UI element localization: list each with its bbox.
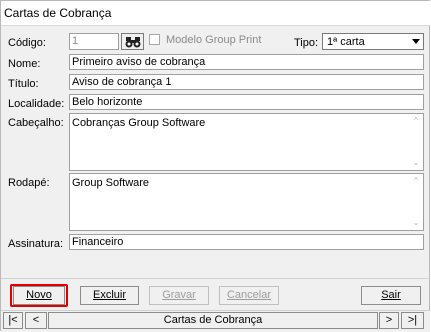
rodape-label: Rodapé: [8, 177, 50, 189]
gravar-button-label: Gravar [162, 289, 196, 301]
cancelar-button-label: Cancelar [226, 289, 272, 301]
localidade-label: Localidade: [8, 98, 65, 110]
rodape-text: Group Software [72, 177, 150, 189]
sair-button-label: Sair [381, 289, 401, 301]
modelo-group-print-checkbox[interactable] [149, 34, 160, 45]
scroll-down-icon[interactable]: ⌄ [411, 158, 421, 168]
titulo-label: Título: [8, 78, 39, 90]
assinatura-field[interactable]: Financeiro [69, 234, 424, 250]
rodape-scrollbar[interactable]: ^ ⌄ [409, 174, 423, 230]
titulo-field[interactable]: Aviso de cobrança 1 [69, 74, 424, 90]
scroll-down-icon[interactable]: ⌄ [411, 218, 421, 228]
tipo-select[interactable]: 1ª carta [322, 33, 424, 50]
codigo-field[interactable]: 1 [69, 33, 119, 50]
nome-label: Nome: [8, 58, 41, 70]
nav-prev-button[interactable]: < [25, 312, 47, 329]
modelo-group-print-label: Modelo Group Print [166, 34, 262, 46]
cabecalho-scrollbar[interactable]: ^ ⌄ [409, 114, 423, 170]
nav-next-button[interactable]: > [379, 312, 399, 329]
scroll-up-icon[interactable]: ^ [411, 116, 421, 126]
nav-caption: Cartas de Cobrança [48, 312, 378, 329]
gravar-button[interactable]: Gravar [149, 286, 209, 305]
cartas-cobranca-window: Cartas de Cobrança Código: 1 Modelo Grou… [0, 0, 430, 332]
codigo-label: Código: [8, 37, 46, 49]
rodape-textarea[interactable]: Group Software ^ ⌄ [69, 173, 424, 231]
nav-first-button[interactable]: |< [3, 312, 23, 329]
nav-last-button[interactable]: >| [401, 312, 424, 329]
cabecalho-text: Cobranças Group Software [72, 117, 206, 129]
search-button[interactable] [121, 33, 144, 50]
tipo-label: Tipo: [294, 37, 319, 49]
sair-button[interactable]: Sair [361, 286, 421, 305]
divider [1, 278, 430, 279]
nome-field[interactable]: Primeiro aviso de cobrança [69, 54, 424, 70]
tipo-value: 1ª carta [327, 36, 365, 48]
binoculars-icon [125, 37, 141, 48]
excluir-button-label: Excluir [92, 289, 126, 301]
cabecalho-label: Cabeçalho: [8, 117, 64, 129]
excluir-button[interactable]: Excluir [80, 286, 139, 305]
novo-highlight [10, 284, 68, 307]
cancelar-button[interactable]: Cancelar [219, 286, 279, 305]
title-bar: Cartas de Cobrança [1, 1, 430, 26]
chevron-down-icon [412, 39, 420, 44]
scroll-up-icon[interactable]: ^ [411, 176, 421, 186]
cabecalho-textarea[interactable]: Cobranças Group Software ^ ⌄ [69, 113, 424, 171]
window-title: Cartas de Cobrança [4, 6, 112, 20]
assinatura-label: Assinatura: [8, 238, 64, 250]
localidade-field[interactable]: Belo horizonte [69, 94, 424, 110]
